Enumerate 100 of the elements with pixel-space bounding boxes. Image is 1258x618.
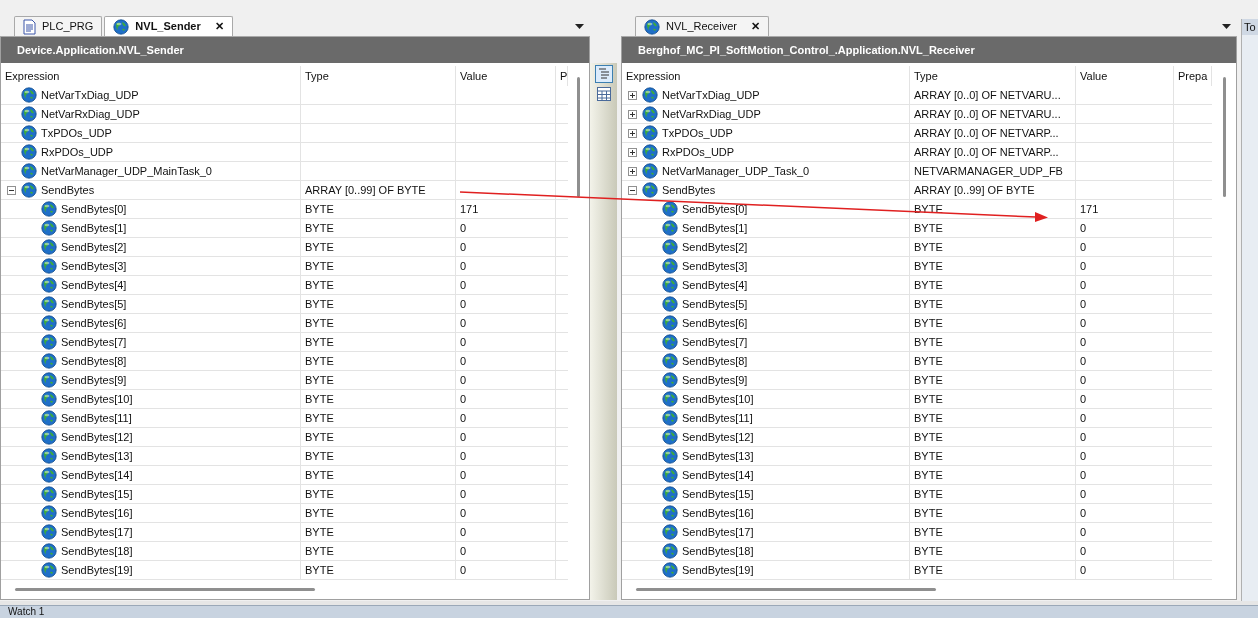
column-header[interactable]: Expression bbox=[626, 67, 681, 85]
variable-icon bbox=[662, 201, 678, 217]
variable-icon bbox=[662, 277, 678, 293]
expression-cell-text: SendBytes[18] bbox=[682, 543, 754, 559]
side-panel-tab[interactable]: To bbox=[1244, 18, 1256, 36]
type-cell-text: ARRAY [0..0] OF NETVARP... bbox=[914, 125, 1059, 141]
column-header[interactable]: P bbox=[560, 67, 567, 85]
path-header: Device.Application.NVL_Sender bbox=[1, 37, 589, 63]
variable-icon bbox=[41, 543, 57, 559]
expression-cell-text: SendBytes[4] bbox=[61, 277, 127, 293]
variable-icon bbox=[41, 505, 57, 521]
editor-tab[interactable]: PLC_PRG bbox=[14, 16, 103, 36]
value-cell-text: 171 bbox=[460, 201, 479, 217]
variable-icon bbox=[41, 467, 57, 483]
dropdown-icon[interactable] bbox=[575, 24, 584, 29]
value-cell-text: 0 bbox=[1080, 448, 1087, 464]
expand-icon[interactable] bbox=[627, 90, 637, 100]
value-cell-text: 0 bbox=[460, 391, 467, 407]
variable-icon bbox=[662, 296, 678, 312]
value-cell-text: 0 bbox=[1080, 524, 1087, 540]
vertical-scrollbar[interactable] bbox=[577, 77, 580, 197]
expression-cell-text: SendBytes[0] bbox=[61, 201, 127, 217]
variable-icon bbox=[642, 106, 658, 122]
variable-icon bbox=[41, 277, 57, 293]
variable-icon bbox=[662, 372, 678, 388]
variable-icon bbox=[21, 87, 37, 103]
variable-icon bbox=[21, 163, 37, 179]
expression-cell-text: SendBytes[6] bbox=[61, 315, 127, 331]
type-cell-text: BYTE bbox=[914, 524, 943, 540]
expand-icon[interactable] bbox=[627, 128, 637, 138]
variable-icon bbox=[642, 125, 658, 141]
path-header: Berghof_MC_PI_SoftMotion_Control_.Application.NVL_Receiver bbox=[622, 37, 1236, 63]
value-cell-text: 0 bbox=[1080, 220, 1087, 236]
value-cell-text: 0 bbox=[1080, 258, 1087, 274]
type-cell-text: BYTE bbox=[305, 258, 334, 274]
value-cell-text: 0 bbox=[1080, 410, 1087, 426]
type-cell-text: ARRAY [0..0] OF NETVARU... bbox=[914, 87, 1061, 103]
value-cell-text: 0 bbox=[460, 334, 467, 350]
variable-icon bbox=[662, 524, 678, 540]
table-view-icon[interactable] bbox=[596, 87, 611, 101]
variable-icon bbox=[41, 315, 57, 331]
column-header[interactable]: Type bbox=[914, 67, 938, 85]
type-cell-text: BYTE bbox=[305, 467, 334, 483]
type-cell-text: BYTE bbox=[305, 277, 334, 293]
type-cell-text: BYTE bbox=[914, 410, 943, 426]
type-cell-text: BYTE bbox=[914, 372, 943, 388]
type-cell-text: BYTE bbox=[305, 239, 334, 255]
expression-cell-text: SendBytes[3] bbox=[61, 258, 127, 274]
expression-cell-text: SendBytes[15] bbox=[61, 486, 133, 502]
variable-icon bbox=[41, 562, 57, 578]
expand-icon[interactable] bbox=[627, 147, 637, 157]
variable-icon bbox=[21, 125, 37, 141]
variable-icon bbox=[21, 106, 37, 122]
value-cell-text: 0 bbox=[1080, 353, 1087, 369]
expression-cell-text: SendBytes[14] bbox=[61, 467, 133, 483]
expression-cell-text: SendBytes[13] bbox=[61, 448, 133, 464]
type-cell-text: BYTE bbox=[305, 201, 334, 217]
column-header[interactable]: Prepa bbox=[1178, 67, 1208, 85]
expand-icon[interactable] bbox=[627, 109, 637, 119]
vertical-scrollbar[interactable] bbox=[1222, 77, 1226, 197]
type-cell-text: BYTE bbox=[914, 220, 943, 236]
type-cell-text: BYTE bbox=[914, 258, 943, 274]
value-cell-text: 0 bbox=[460, 524, 467, 540]
type-cell-text: BYTE bbox=[305, 429, 334, 445]
value-cell-text: 0 bbox=[460, 448, 467, 464]
close-icon[interactable]: ✕ bbox=[214, 18, 224, 35]
editor-tab[interactable]: NVL_Receiver ✕ bbox=[635, 16, 769, 36]
variable-icon bbox=[662, 353, 678, 369]
type-cell-text: BYTE bbox=[914, 239, 943, 255]
watch-tab[interactable]: Watch 1 bbox=[8, 606, 45, 618]
expression-cell-text: SendBytes[16] bbox=[682, 505, 754, 521]
column-header[interactable]: Value bbox=[1080, 67, 1108, 85]
variable-icon bbox=[642, 87, 658, 103]
expand-icon[interactable] bbox=[627, 166, 637, 176]
dropdown-icon[interactable] bbox=[1222, 24, 1231, 29]
horizontal-scrollbar[interactable] bbox=[15, 588, 315, 591]
outline-view-icon[interactable] bbox=[594, 65, 613, 83]
variable-icon bbox=[41, 429, 57, 445]
editor-tab[interactable]: NVL_Sender ✕ bbox=[104, 16, 233, 36]
expression-cell-text: SendBytes[1] bbox=[61, 220, 127, 236]
collapse-icon[interactable] bbox=[6, 185, 16, 195]
expression-cell-text: SendBytes[17] bbox=[682, 524, 754, 540]
column-header[interactable]: Expression bbox=[5, 67, 60, 85]
close-icon[interactable]: ✕ bbox=[750, 18, 760, 35]
expression-cell-text: SendBytes[18] bbox=[61, 543, 133, 559]
variable-icon bbox=[662, 467, 678, 483]
type-cell-text: BYTE bbox=[305, 372, 334, 388]
type-cell-text: ARRAY [0..99] OF BYTE bbox=[305, 182, 426, 198]
collapse-icon[interactable] bbox=[627, 185, 637, 195]
value-cell-text: 0 bbox=[1080, 315, 1087, 331]
expression-cell-text: SendBytes[11] bbox=[61, 410, 132, 426]
horizontal-scrollbar[interactable] bbox=[636, 588, 936, 591]
type-cell-text: BYTE bbox=[305, 505, 334, 521]
type-cell-text: ARRAY [0..0] OF NETVARP... bbox=[914, 144, 1059, 160]
value-cell-text: 0 bbox=[1080, 296, 1087, 312]
value-cell-text: 0 bbox=[1080, 486, 1087, 502]
variable-icon bbox=[642, 144, 658, 160]
globe-icon bbox=[113, 18, 130, 35]
column-header[interactable]: Type bbox=[305, 67, 329, 85]
column-header[interactable]: Value bbox=[460, 67, 488, 85]
